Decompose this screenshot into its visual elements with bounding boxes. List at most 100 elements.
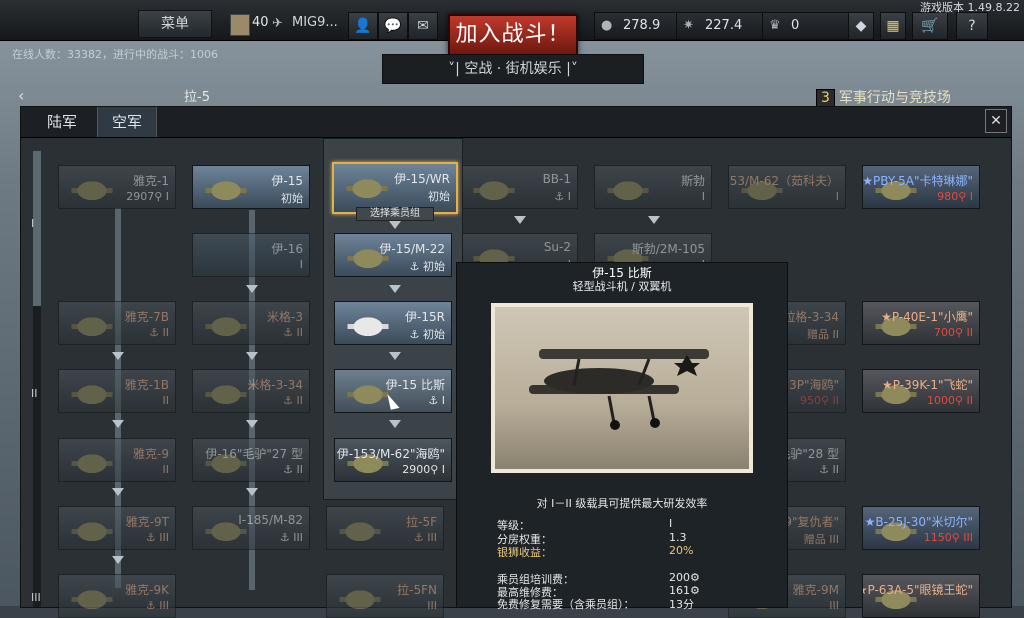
- stat-value: 200⚙: [669, 571, 700, 584]
- vehicle-status: 2907⚲ I: [126, 190, 169, 203]
- vehicle-card[interactable]: ★P-63A-5"眼镜王蛇": [862, 574, 980, 618]
- help-button[interactable]: ?: [956, 12, 988, 40]
- vehicle-card[interactable]: 拉-5FN III: [326, 574, 444, 618]
- vehicle-status: ⚓ III: [145, 531, 169, 544]
- event-badge[interactable]: 3 军事行动与竞技场: [816, 87, 951, 107]
- vehicle-name: 拉-5F: [406, 515, 437, 529]
- vehicle-status: 赠品 II: [807, 328, 839, 341]
- vehicle-card[interactable]: 伊-15/M-22 ⚓ 初始: [334, 233, 452, 277]
- vehicle-name: I-185/M-82: [238, 513, 303, 527]
- stat-value: 20%: [669, 544, 694, 557]
- plane-thumbnail: [331, 581, 389, 615]
- shop-cart-icon[interactable]: 🛒: [912, 12, 948, 40]
- rank-rail: I II III: [27, 141, 47, 607]
- event-count: 3: [816, 89, 835, 107]
- join-battle-button[interactable]: 加入战斗！: [448, 14, 578, 56]
- vehicle-name: 拉格-3-34: [783, 310, 839, 324]
- chat-icon[interactable]: 💬: [378, 12, 408, 40]
- vehicle-status: I: [299, 258, 303, 271]
- vehicle-card[interactable]: 伊-153/M-62"海鸥" 2900⚲ I: [334, 438, 452, 482]
- vehicle-card[interactable]: 伊-15 初始: [192, 165, 310, 209]
- battle-pass-icon[interactable]: ▦: [880, 12, 906, 40]
- vehicle-card[interactable]: 伊-15R ⚓ 初始: [334, 301, 452, 345]
- vehicle-photo: [491, 303, 753, 473]
- vehicle-status: 980⚲ I: [937, 190, 973, 203]
- plane-thumbnail: [339, 308, 397, 342]
- vehicle-card[interactable]: 雅克-9 II: [58, 438, 176, 482]
- diamond-icon[interactable]: ◆: [848, 12, 874, 40]
- vehicle-name: 米格-3-34: [247, 378, 303, 392]
- mail-icon[interactable]: ✉: [408, 12, 438, 40]
- stat-label: 免费修复需要（含乘员组）：: [497, 598, 635, 611]
- vehicle-card[interactable]: 雅克-9T ⚓ III: [58, 506, 176, 550]
- arrow-down-icon: [389, 285, 401, 293]
- tab-aviation[interactable]: 空军: [97, 107, 158, 137]
- vehicle-name: 伊-15/WR: [394, 172, 450, 186]
- vehicle-card[interactable]: 伊-153/M-62（茹科夫） I: [728, 165, 846, 209]
- vehicle-name: 伊-15R: [405, 310, 445, 324]
- vehicle-card[interactable]: BB-1 ⚓ I: [460, 165, 578, 209]
- tab-ground[interactable]: 陆军: [33, 107, 91, 137]
- vehicle-name: 伊-15 比斯: [385, 378, 445, 392]
- vehicle-card[interactable]: ★P-40E-1"小鹰" 700⚲ II: [862, 301, 980, 345]
- vehicle-card[interactable]: I-185/M-82 ⚓ III: [192, 506, 310, 550]
- vehicle-name: 伊-153/M-62"海鸥": [336, 447, 445, 461]
- friends-icon[interactable]: 👤: [348, 12, 378, 40]
- vehicle-card[interactable]: 雅克-1 2907⚲ I: [58, 165, 176, 209]
- stat-row-reward: 银狮收益： 20%: [497, 544, 693, 560]
- stat-value: 1.3: [669, 531, 687, 544]
- vehicle-name: ★P-63A-5"眼镜王蛇": [862, 583, 973, 597]
- vehicle-status: ⚓ II: [283, 326, 303, 339]
- vehicle-name: 伊-16"毛驴"27 型: [205, 447, 303, 461]
- vehicle-card[interactable]: 伊-16 I: [192, 233, 310, 277]
- silver-lion-icon: ●: [601, 18, 613, 33]
- vehicle-card[interactable]: ★PBY-5A"卡特琳娜" 980⚲ I: [862, 165, 980, 209]
- player-nickname[interactable]: MIG9...: [292, 15, 338, 30]
- vehicle-card[interactable]: 雅克-7B ⚓ II: [58, 301, 176, 345]
- close-icon[interactable]: ✕: [985, 109, 1007, 133]
- vehicle-status: II: [162, 463, 170, 476]
- plane-thumbnail: [63, 513, 121, 547]
- vehicle-card[interactable]: 米格-3 ⚓ II: [192, 301, 310, 345]
- golden-eagles-value: 0: [791, 18, 800, 33]
- vehicle-card[interactable]: 米格-3-34 ⚓ II: [192, 369, 310, 413]
- vehicle-card[interactable]: 斯勃 I: [594, 165, 712, 209]
- vehicle-status: 1000⚲ II: [926, 394, 973, 407]
- plane-thumbnail: [63, 308, 121, 342]
- vehicle-card[interactable]: ★P-39K-1"飞蛇" 1000⚲ II: [862, 369, 980, 413]
- event-label: 军事行动与竞技场: [838, 90, 951, 106]
- plane-thumbnail: [197, 308, 255, 342]
- stat-value: I: [669, 517, 673, 530]
- vehicle-name: ★P-40E-1"小鹰": [881, 310, 973, 324]
- research-counter: ✷ 227.4: [676, 12, 766, 40]
- vehicle-card[interactable]: 雅克-9K ⚓ III: [58, 574, 176, 618]
- back-arrow-icon[interactable]: ‹: [18, 86, 24, 105]
- menu-button[interactable]: 菜单: [138, 10, 212, 38]
- vehicle-name: ★P-39K-1"飞蛇": [882, 378, 973, 392]
- arrow-down-icon: [112, 420, 124, 428]
- vehicle-status: 初始: [281, 192, 303, 205]
- vehicle-name: 雅克-9T: [125, 515, 169, 529]
- silver-lions-counter: ● 278.9: [594, 12, 684, 40]
- vehicle-status: 950⚲ II: [799, 394, 839, 407]
- vehicle-card[interactable]: 拉-5F ⚓ III: [326, 506, 444, 550]
- plane-thumbnail: [63, 581, 121, 615]
- vehicle-status: ⚓ II: [283, 463, 303, 476]
- game-mode-selector[interactable]: ˅| 空战 · 街机娱乐 |˅: [382, 54, 644, 84]
- vehicle-status: 2900⚲ I: [402, 463, 445, 476]
- avatar[interactable]: [230, 14, 250, 36]
- vehicle-name: 拉-5FN: [397, 583, 437, 597]
- vehicle-card[interactable]: 雅克-1B II: [58, 369, 176, 413]
- arrow-down-icon: [514, 216, 526, 224]
- rank-icon: ✈: [272, 16, 283, 31]
- golden-eagles-counter: ♛ 0: [762, 12, 852, 40]
- select-crew-label[interactable]: 选择乘员组: [356, 207, 434, 221]
- vehicle-card[interactable]: ★B-25J-30"米切尔" 1150⚲ III: [862, 506, 980, 550]
- stat-label: 银狮收益：: [497, 546, 552, 559]
- plane-thumbnail: [197, 172, 255, 206]
- vehicle-status: 700⚲ II: [933, 326, 973, 339]
- vehicle-tooltip: 伊-15 比斯 轻型战斗机 / 双翼机 对 I－II 级载具可提供最大研发效率 …: [456, 262, 788, 611]
- vehicle-name: 米格-3: [267, 310, 303, 324]
- plane-thumbnail: [331, 513, 389, 547]
- vehicle-card[interactable]: 伊-16"毛驴"27 型 ⚓ II: [192, 438, 310, 482]
